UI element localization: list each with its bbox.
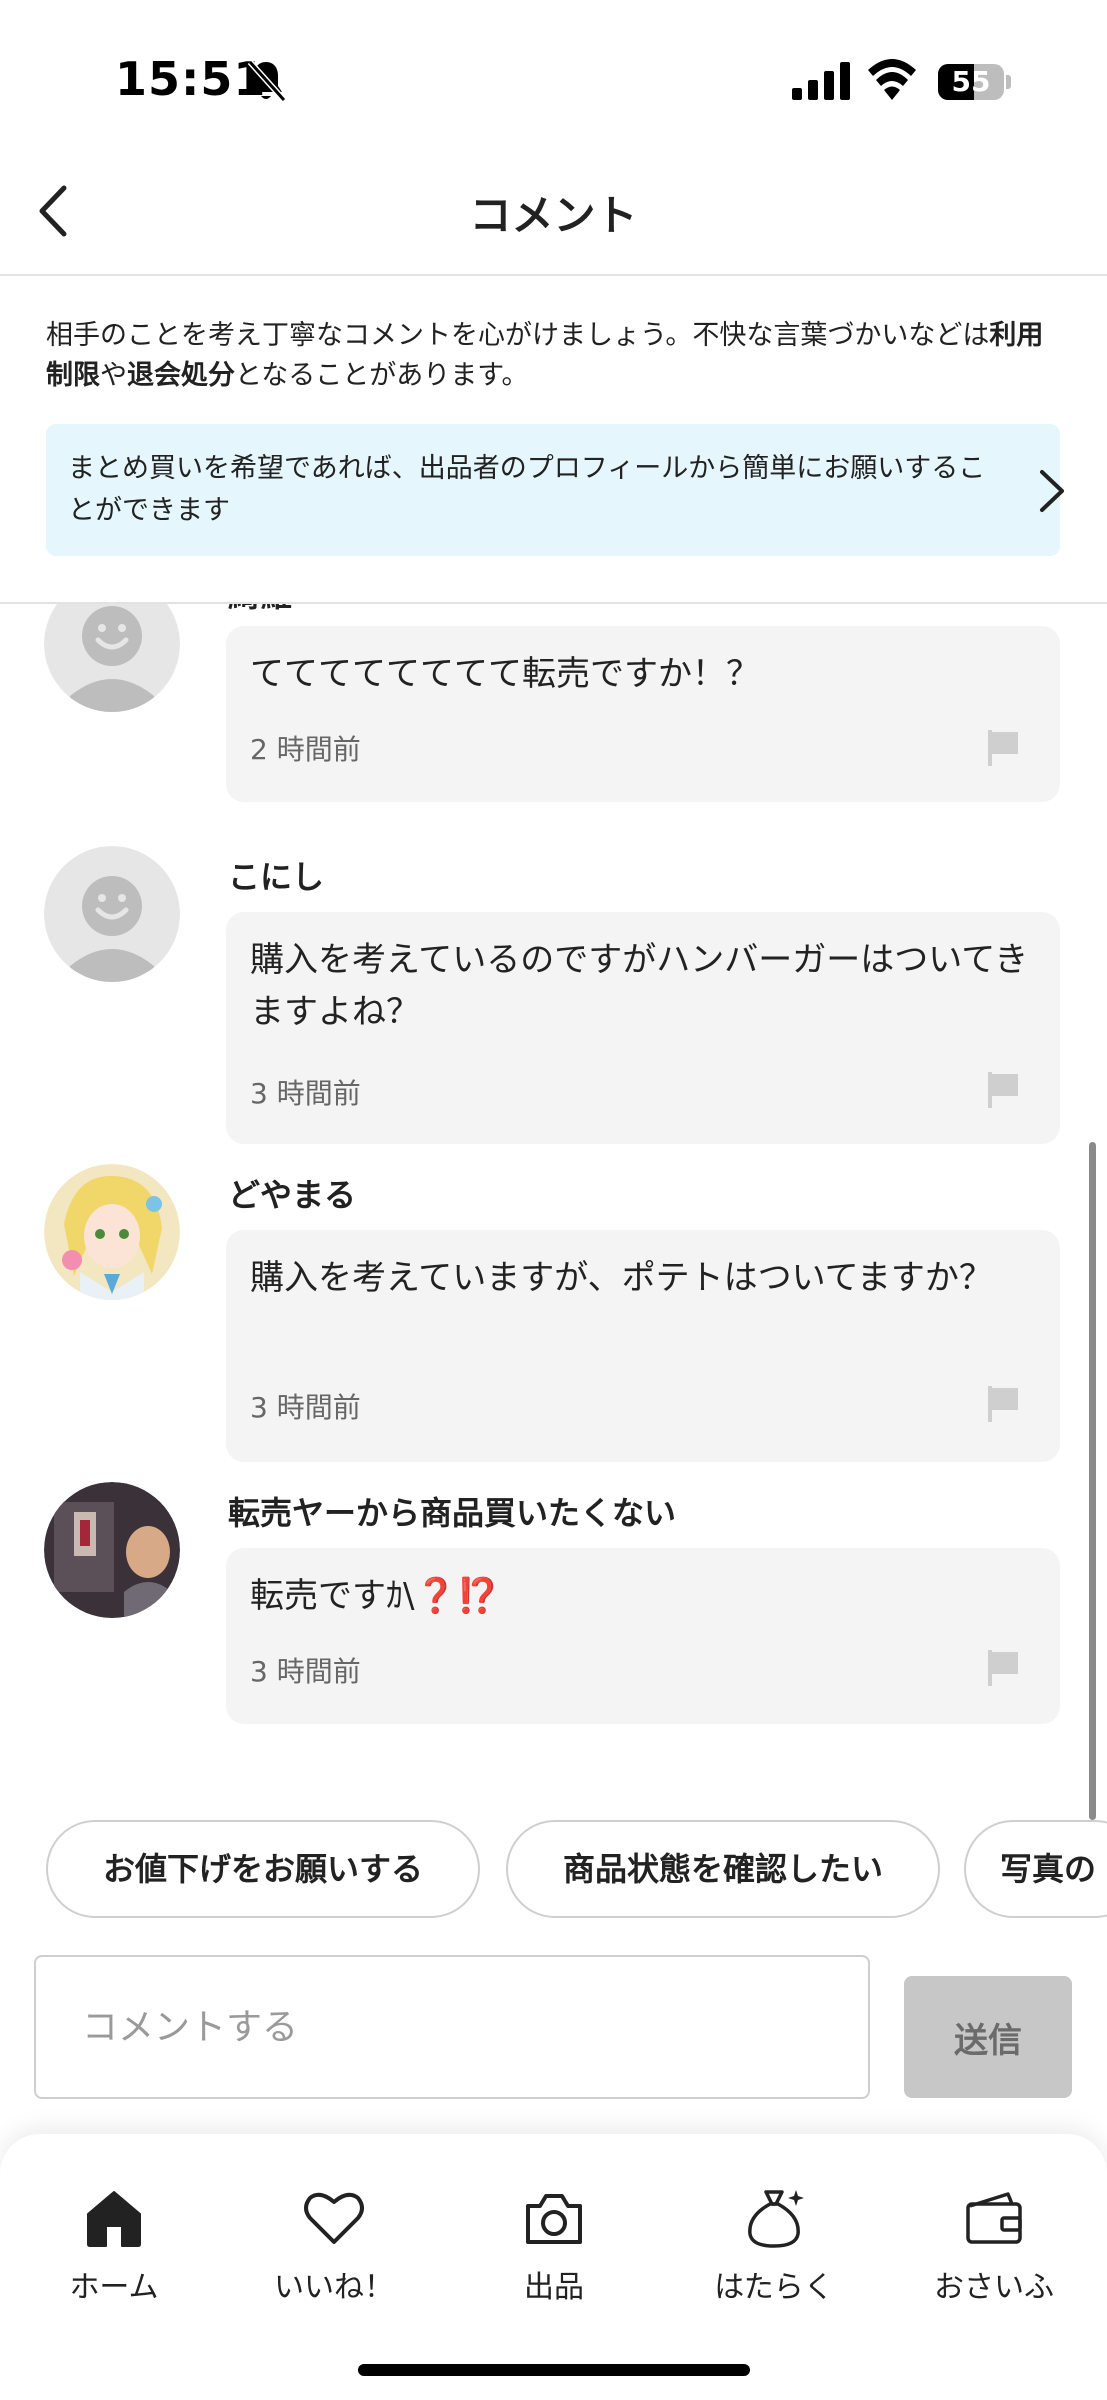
comment-input[interactable]	[34, 1955, 870, 2099]
flag-icon[interactable]	[986, 1648, 1022, 1688]
bundle-banner-text: まとめ買いを希望であれば、出品者のプロフィールから簡単にお願いすることができます	[68, 453, 986, 526]
comment-bubble: 購入を考えているのですがハンバーガーはついてきますよね？ 3 時間前	[226, 912, 1060, 1144]
comment-text: 購入を考えているのですがハンバーガーはついてきますよね？	[250, 940, 1029, 1032]
quick-reply-photo[interactable]: 写真の	[964, 1820, 1107, 1918]
exclamation-question-emoji: ⁉️	[456, 1576, 500, 1616]
quick-reply-price-down[interactable]: お値下げをお願いする	[46, 1820, 480, 1918]
nav-label: おさいふ	[934, 2270, 1054, 2305]
nav-label: 出品	[524, 2270, 584, 2305]
nav-label: ホーム	[69, 2270, 159, 2305]
camera-icon	[526, 2194, 582, 2244]
header: コメント	[0, 150, 1107, 276]
send-button[interactable]: 送信	[904, 1976, 1072, 2098]
comment-bubble: 購入を考えていますが、ポテトはついてますか？ 3 時間前	[226, 1230, 1060, 1462]
comment-text: てててててててて転売ですか！？	[250, 654, 760, 694]
photo-avatar	[44, 1482, 180, 1618]
flag-icon[interactable]	[986, 728, 1022, 768]
status-bar: 15:51 55	[0, 0, 1107, 150]
question-emoji: ❓	[414, 1576, 457, 1616]
chevron-right-icon	[1040, 470, 1064, 512]
flag-icon[interactable]	[986, 1070, 1022, 1110]
default-avatar-icon	[44, 604, 180, 712]
quick-reply-condition[interactable]: 商品状態を確認したい	[506, 1820, 940, 1918]
wallet-icon	[966, 2192, 1022, 2244]
comment-bubble: てててててててて転売ですか！？ 2 時間前	[226, 626, 1060, 802]
comment-time: 3 時間前	[250, 1655, 361, 1688]
comment-bubble: 転売ですｶ\❓⁉️ 3 時間前	[226, 1548, 1060, 1724]
nav-item-likes[interactable]: いいね！	[234, 2186, 434, 2306]
bottom-nav: ホーム いいね！ 出品 はたらく おさいふ	[0, 2134, 1107, 2400]
status-time: 15:51	[115, 52, 267, 106]
bundle-purchase-banner[interactable]: まとめ買いを希望であれば、出品者のプロフィールから簡単にお願いすることができます	[46, 424, 1064, 556]
nav-label: はたらく	[714, 2270, 834, 2305]
commenter-name: どやまる	[228, 1176, 357, 1214]
scrollbar[interactable]	[1089, 1142, 1096, 1820]
comment-list[interactable]: 綺羅 てててててててて転売ですか！？ 2 時間前 こにし 購入を考えているのです…	[0, 604, 1107, 1804]
commenter-name: 綺羅	[228, 604, 292, 616]
heart-icon	[304, 2192, 364, 2244]
battery-icon: 55	[938, 64, 1011, 100]
comment-time: 3 時間前	[250, 1391, 361, 1424]
wifi-icon	[868, 59, 916, 100]
battery-level: 55	[951, 65, 991, 98]
flag-icon[interactable]	[986, 1384, 1022, 1424]
page-title: コメント	[469, 191, 638, 240]
comment-time: 2 時間前	[250, 733, 361, 766]
comment-time: 3 時間前	[250, 1077, 361, 1110]
bell-slash-icon	[247, 59, 286, 103]
signal-icon	[792, 62, 850, 100]
nav-item-sell[interactable]: 出品	[454, 2186, 654, 2306]
home-icon	[87, 2191, 141, 2247]
nav-item-work[interactable]: はたらく	[674, 2186, 874, 2306]
comment-text: 転売ですｶ\❓⁉️	[250, 1576, 500, 1616]
notice-bold-withdrawal: 退会処分	[127, 360, 235, 391]
nav-item-wallet[interactable]: おさいふ	[894, 2186, 1094, 2306]
commenter-name: こにし	[228, 858, 325, 896]
nav-label: いいね！	[274, 2270, 394, 2305]
default-avatar-icon	[44, 846, 180, 982]
nav-item-home[interactable]: ホーム	[14, 2186, 214, 2306]
anime-girl-avatar	[44, 1164, 180, 1300]
money-bag-icon	[748, 2190, 804, 2248]
comment-guideline-notice: 相手のことを考え丁寧なコメントを心がけましょう。不快な言葉づかいなどは利用制限や…	[46, 320, 1044, 391]
commenter-name: 転売ヤーから商品買いたくない	[228, 1494, 677, 1532]
home-indicator[interactable]	[358, 2364, 750, 2376]
comment-text: 購入を考えていますが、ポテトはついてますか？	[250, 1258, 993, 1298]
